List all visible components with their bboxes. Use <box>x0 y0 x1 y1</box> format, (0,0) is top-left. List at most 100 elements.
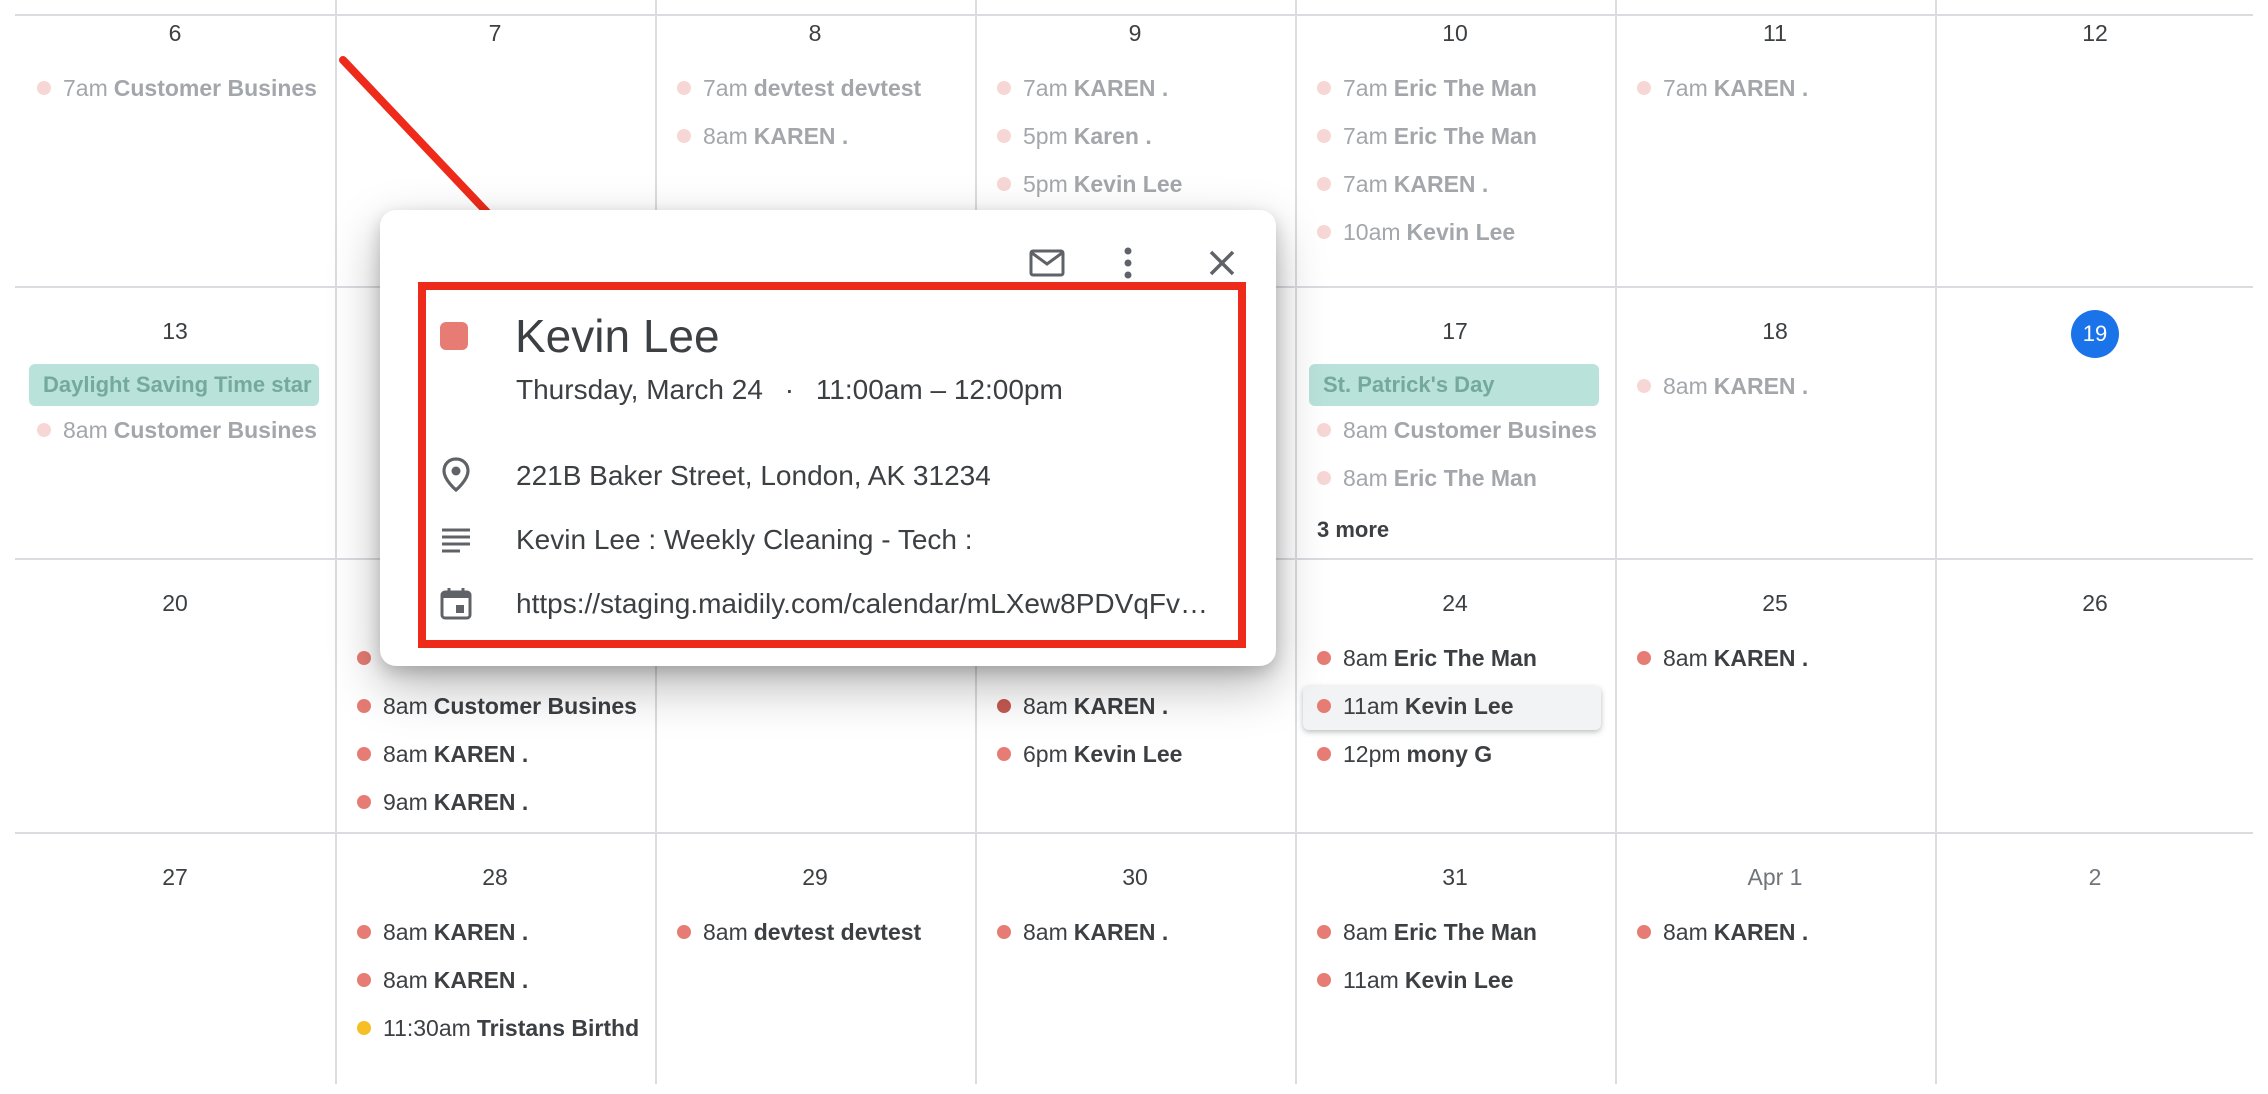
day-number[interactable]: 25 <box>1615 586 1935 620</box>
all-day-event[interactable]: Daylight Saving Time star <box>29 364 319 406</box>
day-number[interactable]: 31 <box>1295 860 1615 894</box>
day-number[interactable]: 10 <box>1295 16 1615 50</box>
day-events: 8am KAREN . 8am KAREN . 11:30am Tristans Birt… <box>335 908 655 1052</box>
calendar-event[interactable]: 8am KAREN . <box>663 116 967 160</box>
calendar-event[interactable]: 8am Eric The Man <box>1303 638 1607 682</box>
calendar-event[interactable]: 8am KAREN . <box>343 960 647 1004</box>
calendar-event[interactable]: 8am devtest devtest <box>663 912 967 956</box>
day-cell[interactable]: 10 7am Eric The Man 7am Eric The Man 7am KAREN… <box>1295 14 1615 286</box>
event-time: 8am <box>703 919 748 945</box>
calendar-event[interactable]: 8am KAREN . <box>983 686 1287 730</box>
day-number[interactable]: 9 <box>975 16 1295 50</box>
day-number[interactable]: 6 <box>15 16 335 50</box>
calendar-event[interactable]: 8am KAREN . <box>1623 366 1927 410</box>
day-cell[interactable]: 24 8am Eric The Man 11am Kevin Lee 12pm mony G <box>1295 558 1615 832</box>
event-title: Kevin Lee <box>1404 967 1514 993</box>
day-cell[interactable]: 29 8am devtest devtest <box>655 832 975 1094</box>
calendar-event[interactable]: 7am KAREN . <box>1303 164 1607 208</box>
day-events: 7am KAREN . 5pm Karen . 5pm Kevin Lee <box>975 64 1295 208</box>
options-button[interactable] <box>1103 238 1153 288</box>
calendar-event[interactable]: 8am Customer Busines <box>343 686 647 730</box>
event-link[interactable]: https://staging.maidily.com/calendar/mLX… <box>516 584 1228 624</box>
calendar-event[interactable]: 7am KAREN . <box>1623 68 1927 112</box>
calendar-event[interactable]: 8am Customer Busines <box>1303 410 1607 454</box>
day-cell[interactable]: 27 <box>15 832 335 1094</box>
calendar-event[interactable]: 8am KAREN . <box>983 912 1287 956</box>
day-cell[interactable]: 2 <box>1935 832 2255 1094</box>
calendar-event[interactable]: 8am KAREN . <box>343 734 647 778</box>
day-events: 8am KAREN . <box>1615 908 1935 956</box>
calendar-event[interactable]: 7am KAREN . <box>983 68 1287 112</box>
event-color-dot <box>997 924 1011 939</box>
day-number[interactable]: 17 <box>1295 314 1615 348</box>
day-cell[interactable]: 6 7am Customer Busines <box>15 14 335 286</box>
day-number[interactable]: 24 <box>1295 586 1615 620</box>
calendar-event[interactable]: 9am KAREN . <box>343 782 647 826</box>
calendar-event[interactable]: 5pm Karen . <box>983 116 1287 160</box>
calendar-event[interactable]: 7am devtest devtest <box>663 68 967 112</box>
day-cell[interactable]: 19 <box>1935 286 2255 558</box>
calendar-event[interactable]: 5pm Kevin Lee <box>983 164 1287 208</box>
calendar-event[interactable]: 7am Eric The Man <box>1303 68 1607 112</box>
calendar-event[interactable]: 8am Eric The Man <box>1303 912 1607 956</box>
calendar-event[interactable]: 11:30am Tristans Birthd <box>343 1008 647 1052</box>
day-number[interactable]: 8 <box>655 16 975 50</box>
event-color-dot <box>1637 378 1651 393</box>
day-cell[interactable]: 30 8am KAREN . <box>975 832 1295 1094</box>
day-cell[interactable]: 28 8am KAREN . 8am KAREN . 11:30am Tristans Bi… <box>335 832 655 1094</box>
calendar-event[interactable]: 8am Eric The Man <box>1303 458 1607 502</box>
day-cell[interactable]: 17 St. Patrick's Day 8am Customer Busines 8a… <box>1295 286 1615 558</box>
day-number[interactable]: 26 <box>1935 586 2255 620</box>
event-color-dot <box>997 698 1011 713</box>
calendar-event[interactable]: 8am KAREN . <box>343 912 647 956</box>
day-cell[interactable]: 31 8am Eric The Man 11am Kevin Lee <box>1295 832 1615 1094</box>
calendar-event[interactable]: 10am Kevin Lee <box>1303 212 1607 256</box>
event-title: mony G <box>1406 741 1493 767</box>
day-number[interactable]: 13 <box>15 314 335 348</box>
day-number[interactable]: 2 <box>1935 860 2255 894</box>
event-color-dot <box>1317 128 1331 143</box>
event-color-dot <box>1317 176 1331 191</box>
day-cell[interactable]: 26 <box>1935 558 2255 832</box>
day-number[interactable]: 7 <box>335 16 655 50</box>
calendar-event[interactable]: 11am Kevin Lee <box>1303 960 1607 1004</box>
day-cell[interactable]: Apr 1 8am KAREN . <box>1615 832 1935 1094</box>
day-cell[interactable]: 13 Daylight Saving Time star 8am Customer B… <box>15 286 335 558</box>
calendar-event[interactable]: 8am KAREN . <box>1623 638 1927 682</box>
event-time: 10am <box>1343 219 1401 245</box>
day-number[interactable]: 12 <box>1935 16 2255 50</box>
event-location[interactable]: 221B Baker Street, London, AK 31234 <box>516 456 991 496</box>
event-time: 8am <box>383 967 428 993</box>
day-number[interactable]: 28 <box>335 860 655 894</box>
day-number[interactable]: 11 <box>1615 16 1935 50</box>
all-day-event[interactable]: St. Patrick's Day <box>1309 364 1599 406</box>
calendar-event[interactable]: 11am Kevin Lee <box>1303 686 1601 730</box>
calendar-event[interactable]: 7am Customer Busines <box>23 68 327 112</box>
today-date-badge[interactable]: 19 <box>2071 310 2119 358</box>
calendar-event[interactable]: 7am Eric The Man <box>1303 116 1607 160</box>
event-color-dot <box>997 176 1011 191</box>
day-cell[interactable]: 11 7am KAREN . <box>1615 14 1935 286</box>
day-cell[interactable]: 18 8am KAREN . <box>1615 286 1935 558</box>
day-cell[interactable]: 12 <box>1935 14 2255 286</box>
event-color-dot <box>1637 924 1651 939</box>
close-button[interactable] <box>1197 238 1247 288</box>
location-pin-icon <box>442 457 470 492</box>
calendar-event[interactable]: 8am KAREN . <box>1623 912 1927 956</box>
day-cell[interactable]: 25 8am KAREN . <box>1615 558 1935 832</box>
day-number[interactable]: Apr 1 <box>1615 860 1935 894</box>
more-events-link[interactable]: 3 more <box>1317 510 1615 550</box>
day-number[interactable]: 20 <box>15 586 335 620</box>
calendar-event[interactable]: 8am Customer Busines <box>23 410 327 454</box>
day-cell[interactable]: 20 <box>15 558 335 832</box>
day-number[interactable]: 30 <box>975 860 1295 894</box>
calendar-event[interactable]: 12pm mony G <box>1303 734 1607 778</box>
day-number[interactable]: 29 <box>655 860 975 894</box>
email-guests-button[interactable] <box>1022 238 1072 288</box>
calendar-event[interactable]: 6pm Kevin Lee <box>983 734 1287 778</box>
event-title: Kevin Lee <box>515 310 720 362</box>
event-time: 7am <box>703 75 748 101</box>
day-number[interactable]: 18 <box>1615 314 1935 348</box>
day-number[interactable]: 27 <box>15 860 335 894</box>
event-title: Eric The Man <box>1393 645 1537 671</box>
